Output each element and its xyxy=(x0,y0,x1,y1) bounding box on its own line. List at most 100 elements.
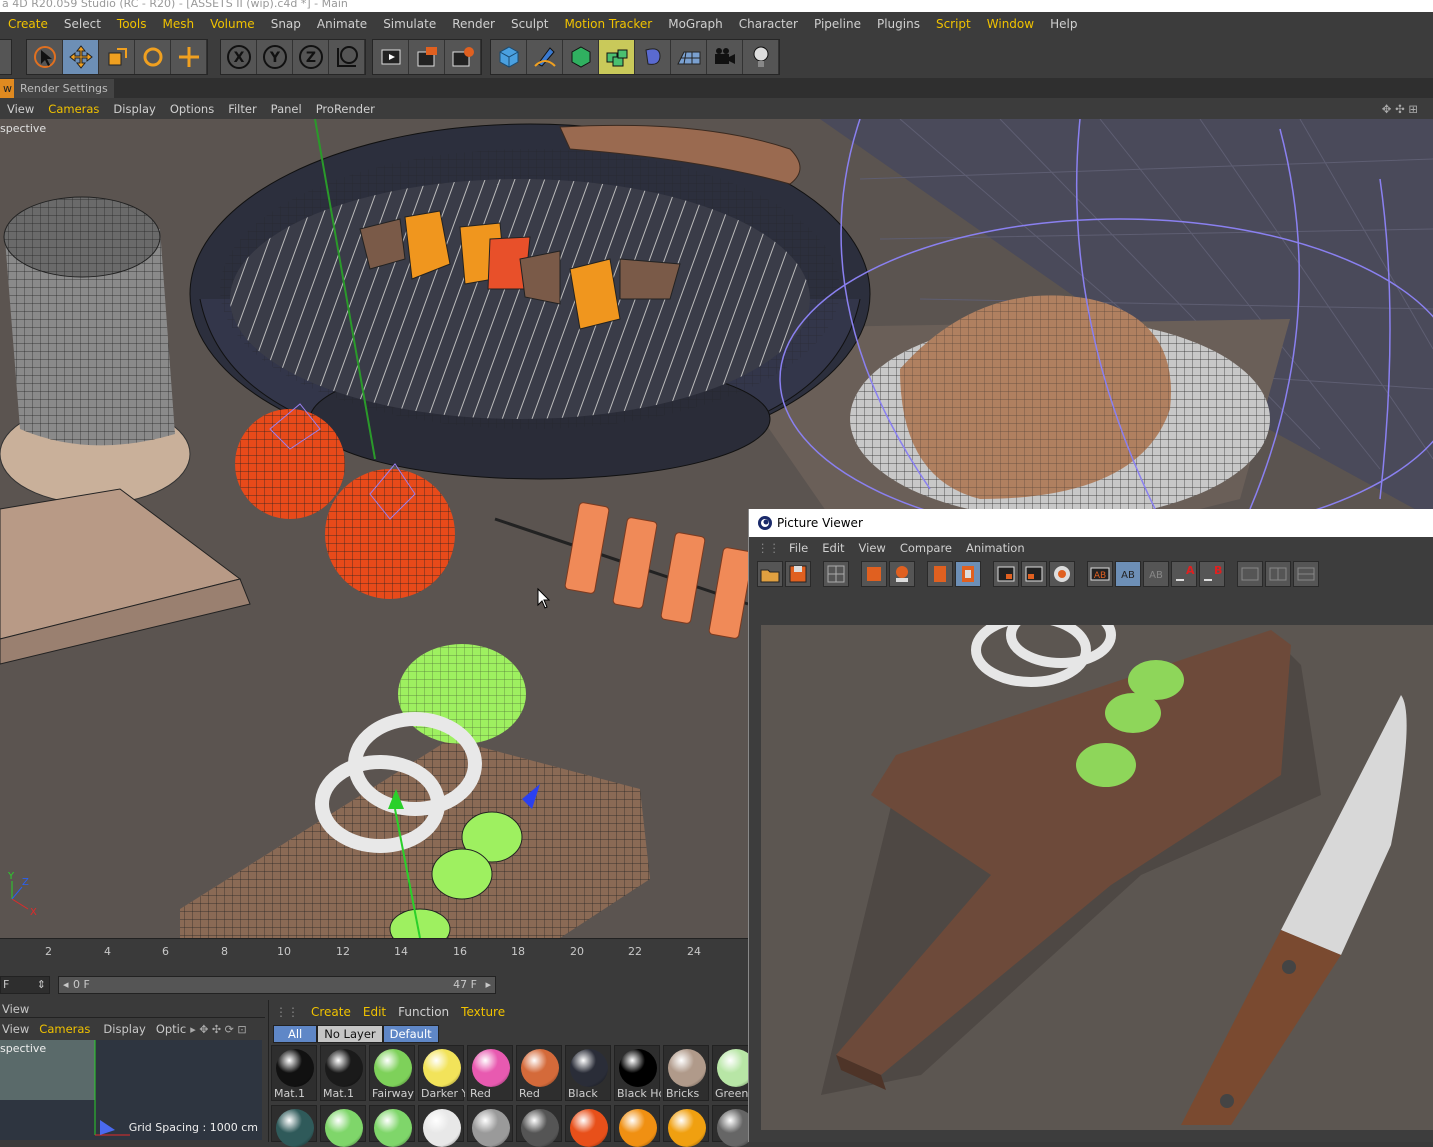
viewport-menu-panel[interactable]: Panel xyxy=(264,102,309,116)
menu-mesh[interactable]: Mesh xyxy=(154,17,202,31)
pv-menu-view[interactable]: View xyxy=(852,541,893,555)
picture-viewer-titlebar[interactable]: Picture Viewer xyxy=(749,509,1433,537)
z-axis-icon[interactable]: Z xyxy=(293,40,329,74)
menu-create[interactable]: Create xyxy=(0,17,56,31)
material-swatch[interactable] xyxy=(418,1105,464,1147)
small-view-canvas[interactable]: spective Grid Spacing : 1000 cm xyxy=(0,1040,262,1140)
render-view-icon[interactable] xyxy=(373,40,409,74)
tab-view[interactable]: w xyxy=(0,79,15,98)
menu-mograph[interactable]: MoGraph xyxy=(660,17,731,31)
filter-all[interactable]: All xyxy=(273,1025,318,1043)
tab-render-settings[interactable]: Render Settings xyxy=(14,79,114,98)
timeline-ruler[interactable]: 2 4 6 8 10 12 14 16 18 20 22 24 xyxy=(0,938,748,972)
filter-default[interactable]: Default xyxy=(382,1025,439,1043)
filter-ab-icon[interactable] xyxy=(1237,561,1263,587)
material-menu-function[interactable]: Function xyxy=(392,1005,455,1019)
zoom-icon[interactable] xyxy=(889,561,915,587)
material-swatch[interactable]: Bricks xyxy=(663,1045,709,1101)
filter-no-layer[interactable]: No Layer xyxy=(317,1025,383,1043)
viewport-menu-display[interactable]: Display xyxy=(106,102,162,116)
compare-icon[interactable] xyxy=(1049,561,1075,587)
menu-volume[interactable]: Volume xyxy=(202,17,263,31)
pen-icon[interactable] xyxy=(527,40,563,74)
pv-menu-file[interactable]: File xyxy=(782,541,815,555)
deformer-icon[interactable] xyxy=(635,40,671,74)
copy-icon[interactable] xyxy=(927,561,953,587)
cube-icon[interactable] xyxy=(491,40,527,74)
pv-grip-icon[interactable]: ⋮⋮ xyxy=(755,541,782,555)
material-swatch[interactable] xyxy=(369,1105,415,1147)
rotate-icon[interactable] xyxy=(135,40,171,74)
layers-icon[interactable] xyxy=(955,561,981,587)
range-left-arrow[interactable]: ◂ xyxy=(63,977,69,993)
move-icon[interactable] xyxy=(63,40,99,74)
open-file-icon[interactable] xyxy=(757,561,783,587)
viewport-menu-options[interactable]: Options xyxy=(163,102,221,116)
material-swatch[interactable] xyxy=(320,1105,366,1147)
pv-menu-animation[interactable]: Animation xyxy=(959,541,1032,555)
viewport-nav-icons[interactable]: ✥ ✣ ⊞ xyxy=(1375,102,1425,116)
material-swatch[interactable] xyxy=(663,1105,709,1147)
menu-animate[interactable]: Animate xyxy=(309,17,375,31)
menu-select[interactable]: Select xyxy=(56,17,109,31)
material-swatch[interactable]: Darker Y xyxy=(418,1045,465,1101)
viewport-menu-filter[interactable]: Filter xyxy=(221,102,263,116)
menu-script[interactable]: Script xyxy=(928,17,979,31)
material-swatch[interactable]: Red xyxy=(467,1045,513,1101)
small-view-menu-display[interactable]: Display xyxy=(97,1022,151,1036)
live-selection-icon[interactable] xyxy=(27,40,63,74)
render-picture-viewer-icon[interactable] xyxy=(409,40,445,74)
material-panel-grip-icon[interactable]: ⋮⋮ xyxy=(269,1005,305,1019)
material-swatch[interactable]: Mat.1 xyxy=(271,1045,317,1101)
small-view-menu-cameras[interactable]: Cameras xyxy=(32,1022,97,1036)
fit-icon[interactable] xyxy=(861,561,887,587)
current-frame-field[interactable]: F ⇕ xyxy=(0,976,50,994)
render-settings-icon[interactable] xyxy=(445,40,481,74)
menu-motion-tracker[interactable]: Motion Tracker xyxy=(556,17,660,31)
menu-character[interactable]: Character xyxy=(731,17,806,31)
material-swatch[interactable]: Black Ho xyxy=(614,1045,661,1101)
menu-sculpt[interactable]: Sculpt xyxy=(503,17,556,31)
array-icon[interactable] xyxy=(599,40,635,74)
menu-render[interactable]: Render xyxy=(444,17,503,31)
set-a-icon[interactable]: A xyxy=(1171,561,1197,587)
pv-menu-compare[interactable]: Compare xyxy=(893,541,959,555)
split-ab-icon[interactable] xyxy=(1265,561,1291,587)
grid-options-icon[interactable] xyxy=(823,561,849,587)
menu-help[interactable]: Help xyxy=(1042,17,1085,31)
world-coordinates-icon[interactable] xyxy=(329,40,365,74)
small-view-menu-view[interactable]: View xyxy=(0,1022,32,1036)
small-view-nav-icons[interactable]: ▸ ✥ ✣ ⟳ ⊡ xyxy=(190,1023,246,1036)
ab-diff-icon[interactable]: AB xyxy=(1143,561,1169,587)
ab-compare-icon[interactable]: AB xyxy=(1087,561,1113,587)
menu-tools[interactable]: Tools xyxy=(109,17,155,31)
render-region-icon[interactable] xyxy=(1021,561,1047,587)
menu-plugins[interactable]: Plugins xyxy=(869,17,928,31)
menu-simulate[interactable]: Simulate xyxy=(375,17,444,31)
subdivision-icon[interactable] xyxy=(563,40,599,74)
rendered-image[interactable] xyxy=(761,625,1433,1130)
set-b-icon[interactable]: B xyxy=(1199,561,1225,587)
region-render-icon[interactable] xyxy=(993,561,1019,587)
material-swatch[interactable] xyxy=(614,1105,660,1147)
material-swatch[interactable]: Red xyxy=(516,1045,562,1101)
x-axis-icon[interactable]: X xyxy=(221,40,257,74)
small-view-menu-optic[interactable]: Optic xyxy=(152,1022,190,1036)
viewport-menu-prorender[interactable]: ProRender xyxy=(309,102,382,116)
menu-pipeline[interactable]: Pipeline xyxy=(806,17,869,31)
material-swatch[interactable]: Mat.1 xyxy=(320,1045,366,1101)
viewport-menu-cameras[interactable]: Cameras xyxy=(41,102,106,116)
material-swatch[interactable]: Fairway xyxy=(369,1045,415,1101)
frame-range-slider[interactable]: ◂ 0 F 47 F ▸ xyxy=(58,976,496,994)
range-right-arrow[interactable]: ▸ xyxy=(485,977,491,993)
ab-swap-icon[interactable]: AB xyxy=(1115,561,1141,587)
material-menu-create[interactable]: Create xyxy=(305,1005,357,1019)
camera-icon[interactable] xyxy=(707,40,743,74)
material-menu-texture[interactable]: Texture xyxy=(455,1005,511,1019)
menu-snap[interactable]: Snap xyxy=(263,17,309,31)
light-icon[interactable] xyxy=(743,40,779,74)
material-swatch[interactable] xyxy=(516,1105,562,1147)
menu-window[interactable]: Window xyxy=(979,17,1042,31)
viewport-menu-view[interactable]: View xyxy=(0,102,41,116)
material-swatch[interactable] xyxy=(271,1105,317,1147)
